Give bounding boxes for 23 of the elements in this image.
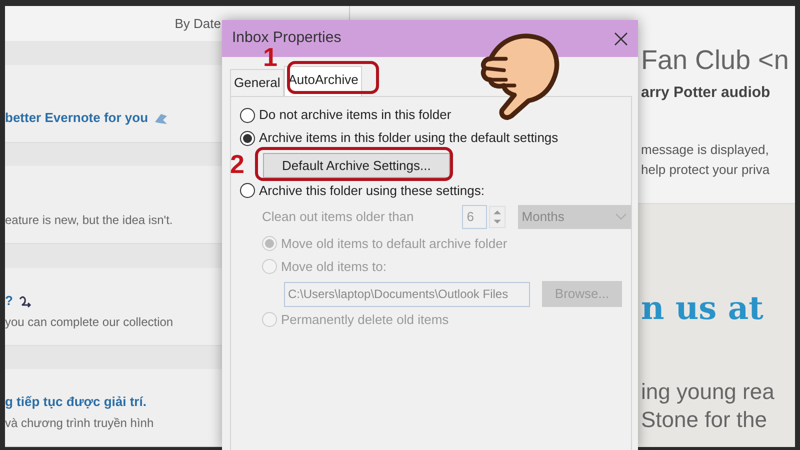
mail-preview: you can complete our collection <box>5 314 174 331</box>
default-settings-button[interactable]: Default Archive Settings... <box>263 152 450 178</box>
notice-text: help protect your priva <box>641 160 771 179</box>
tab[interactable]: General <box>230 69 284 96</box>
email-text: ing young rea <box>641 378 776 406</box>
path-field[interactable]: C:\Users\laptop\Documents\Outlook Files <box>284 282 530 306</box>
chevron-down-icon <box>615 213 627 221</box>
sender-name: Fan Club <n <box>641 46 790 76</box>
mail-preview: eature is new, but the idea isn't. <box>5 212 173 230</box>
email-headline: n us at <box>641 288 764 330</box>
age-field[interactable]: 6 <box>462 205 488 229</box>
emoji-icon <box>153 112 170 126</box>
email-text: Stone for the <box>641 406 768 434</box>
squiggle-icon <box>18 294 34 309</box>
mail-subject: arry Potter audiob <box>641 82 772 103</box>
mail-title: ? <box>5 293 13 308</box>
notice-text: message is displayed, <box>641 141 770 160</box>
unit-value: Months <box>522 208 564 226</box>
mail-title: g tiếp tục được giải trí. <box>5 394 146 410</box>
mail-preview: và chương trình truyền hình <box>5 414 154 432</box>
close-icon[interactable] <box>614 32 628 46</box>
sort-label[interactable]: By Date <box>174 14 221 34</box>
mail-title: better Evernote for you <box>5 110 148 126</box>
